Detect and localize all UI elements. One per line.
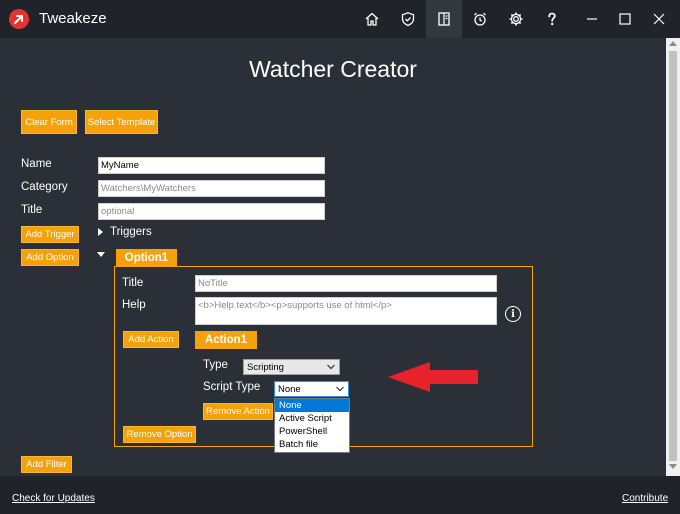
app-logo-icon bbox=[9, 9, 29, 29]
type-select[interactable]: Scripting bbox=[243, 359, 340, 375]
title-bar: Tweakeze bbox=[0, 0, 680, 38]
remove-action-button[interactable]: Remove Action bbox=[203, 403, 273, 420]
clear-form-button[interactable]: Clear Form bbox=[21, 110, 77, 134]
option-tab[interactable]: Option1 bbox=[116, 249, 177, 267]
add-filter-button[interactable]: Add Filter bbox=[21, 456, 72, 473]
script-type-select-value: None bbox=[278, 384, 301, 395]
name-label: Name bbox=[21, 158, 52, 170]
category-input[interactable]: Watchers\MyWatchers bbox=[98, 180, 325, 197]
action-tab[interactable]: Action1 bbox=[195, 331, 257, 349]
select-template-button[interactable]: Select Template bbox=[85, 110, 158, 134]
script-type-label: Script Type bbox=[203, 381, 261, 393]
chevron-down-icon bbox=[336, 386, 344, 392]
close-icon[interactable] bbox=[637, 0, 680, 38]
help-icon[interactable] bbox=[534, 0, 570, 38]
add-option-button[interactable]: Add Option bbox=[21, 249, 79, 266]
type-select-value: Scripting bbox=[247, 362, 284, 373]
title-input[interactable]: optional bbox=[98, 203, 325, 220]
info-icon[interactable]: i bbox=[505, 306, 521, 322]
dropdown-option[interactable]: Active Script bbox=[275, 412, 349, 425]
home-icon[interactable] bbox=[354, 0, 390, 38]
book-icon[interactable] bbox=[426, 0, 462, 38]
name-input[interactable]: MyName bbox=[98, 157, 325, 174]
add-trigger-button[interactable]: Add Trigger bbox=[21, 226, 79, 243]
dropdown-option[interactable]: None bbox=[275, 399, 349, 412]
option-help-input[interactable]: <b>Help text</b><p>supports use of html<… bbox=[195, 297, 497, 325]
scrollbar-thumb[interactable] bbox=[669, 51, 677, 461]
script-type-dropdown[interactable]: None Active Script PowerShell Batch file bbox=[274, 398, 350, 453]
scroll-down-icon[interactable] bbox=[666, 464, 680, 474]
triggers-label[interactable]: Triggers bbox=[110, 226, 152, 238]
gear-icon[interactable] bbox=[498, 0, 534, 38]
remove-option-button[interactable]: Remove Option bbox=[123, 426, 196, 443]
shield-icon[interactable] bbox=[390, 0, 426, 38]
collapse-options-icon[interactable] bbox=[97, 252, 105, 257]
add-action-button[interactable]: Add Action bbox=[123, 331, 179, 348]
check-updates-link[interactable]: Check for Updates bbox=[12, 493, 95, 504]
scroll-up-icon[interactable] bbox=[666, 40, 680, 50]
category-label: Category bbox=[21, 181, 68, 193]
option-help-label: Help bbox=[122, 299, 146, 311]
script-type-select[interactable]: None bbox=[274, 381, 349, 397]
dropdown-option[interactable]: PowerShell bbox=[275, 425, 349, 438]
dropdown-option[interactable]: Batch file bbox=[275, 438, 349, 451]
red-arrow-annotation bbox=[388, 362, 478, 392]
chevron-down-icon bbox=[327, 364, 335, 370]
contribute-link[interactable]: Contribute bbox=[622, 493, 668, 504]
alarm-clock-icon[interactable] bbox=[462, 0, 498, 38]
vertical-scrollbar[interactable] bbox=[666, 38, 680, 476]
option-title-input[interactable]: NoTitle bbox=[195, 275, 497, 292]
type-label: Type bbox=[203, 359, 228, 371]
option-title-label: Title bbox=[122, 277, 144, 289]
app-title: Tweakeze bbox=[39, 10, 107, 27]
page-title: Watcher Creator bbox=[249, 56, 417, 82]
footer-bar: Check for Updates Contribute bbox=[0, 476, 680, 514]
expand-triggers-icon[interactable] bbox=[98, 228, 103, 236]
title-label: Title bbox=[21, 204, 43, 216]
